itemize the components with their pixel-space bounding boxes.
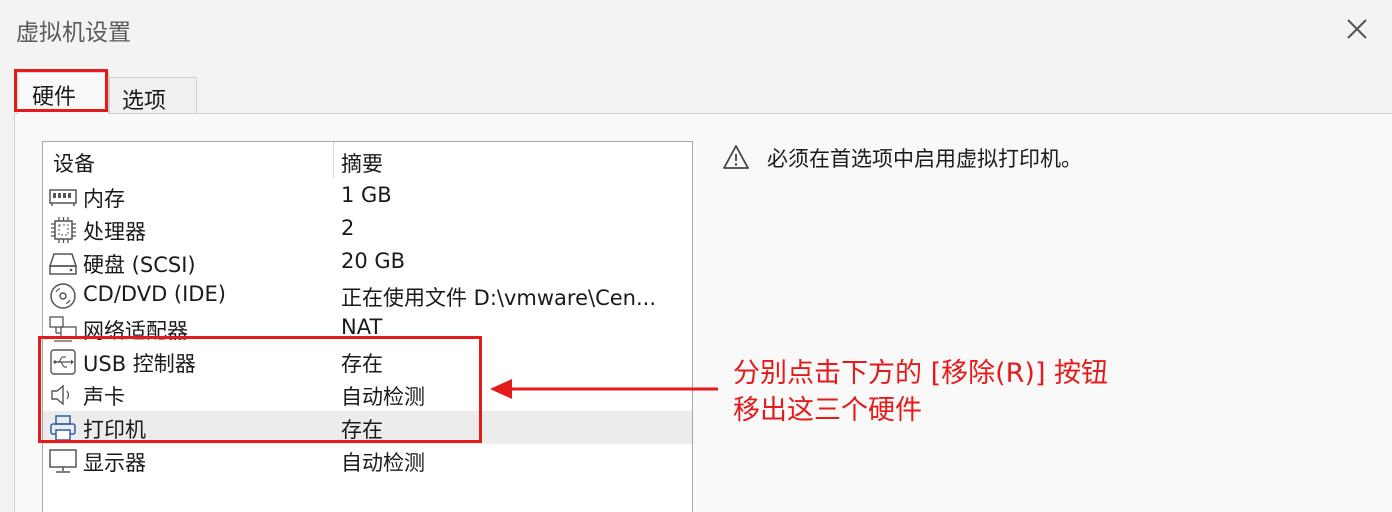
device-summary: NAT	[341, 315, 383, 339]
device-row-hard-disk[interactable]: 硬盘 (SCSI) 20 GB	[43, 246, 692, 279]
title-bar: 虚拟机设置	[0, 0, 1392, 58]
monitor-icon	[48, 447, 78, 475]
device-summary: 存在	[341, 418, 383, 442]
device-name: 显示器	[83, 451, 146, 475]
device-name: 打印机	[83, 418, 146, 442]
device-row-network-adapter[interactable]: 网络适配器 NAT	[43, 312, 692, 345]
cpu-icon	[48, 216, 78, 244]
usb-icon	[48, 348, 78, 376]
device-name: 处理器	[83, 220, 146, 244]
device-name: 硬盘 (SCSI)	[83, 253, 196, 277]
hard-disk-icon	[48, 249, 78, 277]
device-list[interactable]: 设备 摘要 内存 1 GB 处理器 2 硬盘 (SCSI) 20 GB CD/D…	[42, 141, 693, 512]
sound-card-icon	[48, 381, 78, 409]
cd-dvd-icon	[48, 282, 78, 310]
device-row-memory[interactable]: 内存 1 GB	[43, 180, 692, 213]
printer-icon	[48, 414, 78, 442]
device-row-usb-controller[interactable]: USB 控制器 存在	[43, 345, 692, 378]
column-header-device[interactable]: 设备	[53, 148, 95, 178]
window-title: 虚拟机设置	[16, 20, 131, 46]
device-name: 网络适配器	[83, 319, 188, 343]
device-summary: 20 GB	[341, 249, 406, 273]
annotation-line-1: 分别点击下方的 [移除(R)] 按钮	[733, 358, 1109, 389]
device-summary: 2	[341, 216, 355, 240]
device-name: 声卡	[83, 385, 125, 409]
tab-options[interactable]: 选项	[109, 77, 197, 114]
device-row-processor[interactable]: 处理器 2	[43, 213, 692, 246]
tab-hardware-label: 硬件	[32, 85, 77, 110]
device-row-cd-dvd[interactable]: CD/DVD (IDE) 正在使用文件 D:\vmware\Cen...	[43, 279, 692, 312]
list-header: 设备 摘要	[43, 142, 692, 178]
tab-options-label: 选项	[122, 89, 167, 114]
device-row-printer[interactable]: 打印机 存在	[43, 411, 692, 444]
annotation-arrow	[490, 379, 718, 399]
device-row-display[interactable]: 显示器 自动检测	[43, 444, 692, 477]
warning-message: 必须在首选项中启用虚拟打印机。	[767, 147, 1082, 171]
device-name: 内存	[83, 187, 125, 211]
memory-icon	[48, 183, 78, 211]
network-adapter-icon	[48, 315, 78, 343]
warning-icon	[722, 144, 750, 170]
annotation-line-2: 移出这三个硬件	[733, 395, 922, 426]
close-button[interactable]	[1340, 12, 1374, 46]
column-header-summary[interactable]: 摘要	[341, 148, 383, 178]
device-name: CD/DVD (IDE)	[83, 282, 226, 306]
device-summary: 1 GB	[341, 183, 392, 207]
tab-hardware[interactable]: 硬件	[17, 72, 109, 114]
device-summary: 存在	[341, 352, 383, 376]
annotation-text: 分别点击下方的 [移除(R)] 按钮 移出这三个硬件	[733, 355, 1108, 429]
column-separator[interactable]	[333, 142, 334, 178]
device-summary: 自动检测	[341, 451, 425, 475]
device-name: USB 控制器	[83, 352, 196, 376]
device-summary: 正在使用文件 D:\vmware\Cen...	[341, 286, 657, 310]
close-icon	[1347, 19, 1367, 39]
